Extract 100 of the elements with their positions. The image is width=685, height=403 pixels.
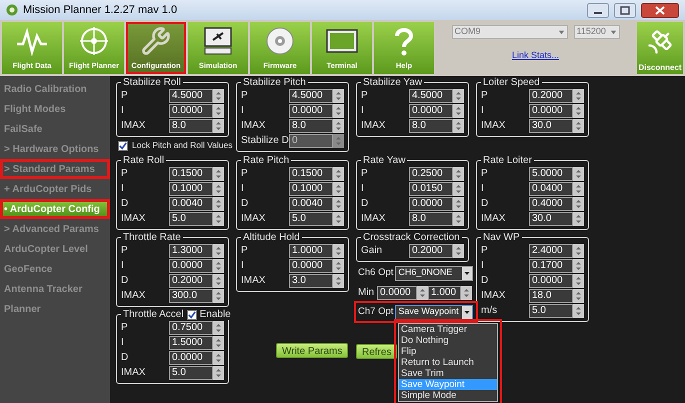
spin-button[interactable] <box>573 244 584 258</box>
number-field[interactable]: 0.2000 <box>169 274 213 288</box>
spin-button[interactable] <box>213 350 224 364</box>
number-field[interactable]: 0.0000 <box>169 104 213 118</box>
number-field[interactable]: 0.1500 <box>169 166 213 180</box>
dropdown-option[interactable]: Save Trim <box>399 368 497 379</box>
spin-button[interactable] <box>573 258 584 272</box>
number-field[interactable]: 5.0 <box>289 212 333 226</box>
maximize-icon[interactable] <box>614 2 636 18</box>
number-field[interactable]: 2.4000 <box>529 244 573 258</box>
number-field[interactable]: 8.0 <box>409 118 453 132</box>
number-field[interactable]: 0.7500 <box>169 320 213 334</box>
number-field[interactable]: 0.0400 <box>529 182 573 196</box>
number-field[interactable]: 5.0 <box>169 212 213 226</box>
dropdown-option[interactable]: Do Nothing <box>399 335 497 346</box>
spin-button[interactable] <box>213 274 224 288</box>
number-field[interactable]: 0.0000 <box>409 196 453 210</box>
spin-button[interactable] <box>453 196 464 210</box>
number-field[interactable]: 0.0000 <box>169 350 213 364</box>
number-field[interactable]: 0.0000 <box>289 104 333 118</box>
spin-button[interactable] <box>573 304 584 318</box>
dropdown-option[interactable]: Camera Trigger <box>399 324 497 335</box>
number-field[interactable]: 5.0 <box>169 366 213 380</box>
spin-button[interactable] <box>461 286 472 300</box>
spin-button[interactable] <box>573 88 584 102</box>
baud-dropdown[interactable]: 115200 <box>574 25 620 39</box>
spin-button[interactable] <box>453 212 464 226</box>
spin-button[interactable] <box>453 104 464 118</box>
number-field[interactable]: 0.1000 <box>169 182 213 196</box>
minimize-icon[interactable] <box>587 2 609 18</box>
spin-button[interactable] <box>573 288 584 302</box>
port-dropdown[interactable]: COM9 <box>452 25 568 39</box>
number-field[interactable]: 30.0 <box>529 118 573 132</box>
spin-button[interactable] <box>573 274 584 288</box>
number-field[interactable]: 18.0 <box>529 288 573 302</box>
number-field[interactable]: 0.1700 <box>529 258 573 272</box>
spin-button[interactable] <box>213 88 224 102</box>
spin-button[interactable] <box>333 244 344 258</box>
spin-button[interactable] <box>213 166 224 180</box>
spin-button[interactable] <box>453 118 464 132</box>
spin-button[interactable] <box>573 118 584 132</box>
number-field[interactable]: 8.0 <box>409 212 453 226</box>
spin-button[interactable] <box>453 244 464 258</box>
spin-button[interactable] <box>573 196 584 210</box>
number-field[interactable]: 0.0150 <box>409 182 453 196</box>
number-field[interactable]: 1.000 <box>428 286 461 300</box>
spin-button[interactable] <box>333 88 344 102</box>
spin-button[interactable] <box>213 244 224 258</box>
number-field[interactable]: 0.1500 <box>289 166 333 180</box>
spin-button[interactable] <box>333 134 344 148</box>
spin-button[interactable] <box>573 212 584 226</box>
number-field[interactable]: 30.0 <box>529 212 573 226</box>
spin-button[interactable] <box>213 212 224 226</box>
checkbox[interactable] <box>118 140 128 150</box>
close-icon[interactable] <box>641 2 679 18</box>
number-field[interactable]: 0.4000 <box>529 196 573 210</box>
spin-button[interactable] <box>213 288 224 302</box>
spin-button[interactable] <box>213 320 224 334</box>
dropdown[interactable]: Save Waypoint <box>395 304 474 320</box>
number-field[interactable]: 0.0000 <box>377 286 417 300</box>
number-field[interactable]: 4.5000 <box>169 88 213 102</box>
number-field[interactable]: 0.0040 <box>289 196 333 210</box>
dropdown-option[interactable]: Simple Mode <box>399 390 497 401</box>
number-field[interactable]: 0.0000 <box>409 104 453 118</box>
spin-button[interactable] <box>453 88 464 102</box>
spin-button[interactable] <box>573 182 584 196</box>
spin-button[interactable] <box>333 182 344 196</box>
number-field[interactable]: 8.0 <box>169 118 213 132</box>
number-field[interactable]: 0.2500 <box>409 166 453 180</box>
number-field[interactable]: 4.5000 <box>409 88 453 102</box>
number-field[interactable]: 3.0 <box>289 274 333 288</box>
number-field[interactable]: 0.0000 <box>289 258 333 272</box>
number-field[interactable]: 1.3000 <box>169 244 213 258</box>
spin-button[interactable] <box>213 196 224 210</box>
number-field[interactable]: 0.2000 <box>529 88 573 102</box>
action-button[interactable]: Write Params <box>276 343 348 358</box>
spin-button[interactable] <box>453 182 464 196</box>
spin-button[interactable] <box>213 258 224 272</box>
spin-button[interactable] <box>573 166 584 180</box>
number-field[interactable]: 5.0 <box>529 304 573 318</box>
spin-button[interactable] <box>213 104 224 118</box>
spin-button[interactable] <box>333 212 344 226</box>
number-field[interactable]: 0.0000 <box>529 274 573 288</box>
spin-button[interactable] <box>333 274 344 288</box>
number-field[interactable]: 1.0000 <box>289 244 333 258</box>
spin-button[interactable] <box>333 104 344 118</box>
checkbox[interactable] <box>186 310 197 320</box>
action-button[interactable]: Refres <box>356 344 398 359</box>
spin-button[interactable] <box>333 258 344 272</box>
spin-button[interactable] <box>213 182 224 196</box>
number-field[interactable]: 0.0000 <box>169 258 213 272</box>
number-field[interactable]: 1.5000 <box>169 336 213 350</box>
number-field[interactable]: 0.0040 <box>169 196 213 210</box>
spin-button[interactable] <box>573 104 584 118</box>
spin-button[interactable] <box>333 166 344 180</box>
spin-button[interactable] <box>453 166 464 180</box>
spin-button[interactable] <box>333 118 344 132</box>
number-field[interactable]: 8.0 <box>289 118 333 132</box>
spin-button[interactable] <box>213 366 224 380</box>
spin-button[interactable] <box>417 286 428 300</box>
